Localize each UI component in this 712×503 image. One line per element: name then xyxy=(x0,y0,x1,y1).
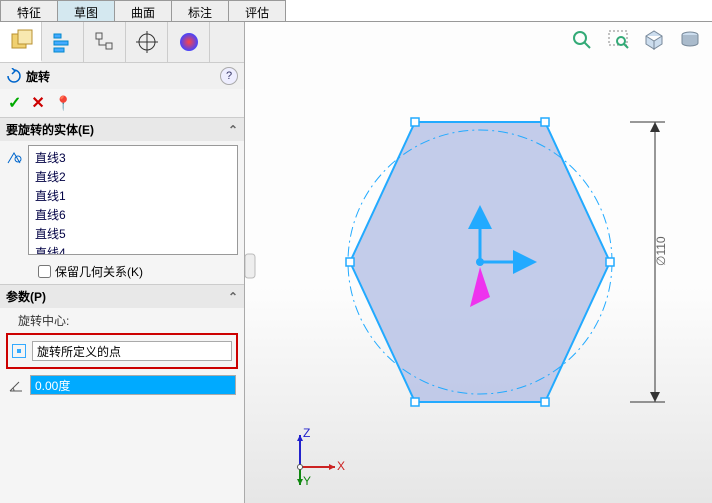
rotate-icon xyxy=(6,68,22,84)
entities-list[interactable]: 直线3 直线2 直线1 直线6 直线5 直线4 圆弧1 xyxy=(28,145,238,255)
ok-button[interactable]: ✓ xyxy=(8,93,21,113)
angle-icon xyxy=(8,377,24,393)
tab-surface[interactable]: 曲面 xyxy=(114,0,172,21)
sidetab-target[interactable] xyxy=(126,22,168,62)
rotation-center-input[interactable] xyxy=(32,341,232,361)
point-icon xyxy=(12,344,26,358)
tab-evaluate[interactable]: 评估 xyxy=(228,0,286,21)
section-entities-header[interactable]: 要旋转的实体(E)⌃ xyxy=(0,118,244,141)
sidetab-hierarchy[interactable] xyxy=(84,22,126,62)
tab-sketch[interactable]: 草图 xyxy=(57,0,115,21)
svg-text:X: X xyxy=(337,459,345,473)
viewport[interactable]: ∅110 X Y Z xyxy=(245,22,712,503)
center-label: 旋转中心: xyxy=(6,310,238,331)
list-item[interactable]: 直线2 xyxy=(31,167,235,186)
tab-annotate[interactable]: 标注 xyxy=(171,0,229,21)
list-item[interactable]: 直线4 xyxy=(31,243,235,255)
sidetab-config[interactable] xyxy=(42,22,84,62)
highlighted-input-area xyxy=(6,333,238,369)
command-title: 旋转 xyxy=(26,68,50,85)
list-item[interactable]: 直线6 xyxy=(31,205,235,224)
sidetab-appearance[interactable] xyxy=(168,22,210,62)
property-panel: 旋转 ? ✓ ✕ 📍 要旋转的实体(E)⌃ 直线3 直线2 直线1 直线6 直线… xyxy=(0,22,245,503)
svg-text:Z: Z xyxy=(303,427,310,440)
cancel-button[interactable]: ✕ xyxy=(31,93,44,113)
dimension-text: ∅110 xyxy=(654,236,668,266)
svg-text:Y: Y xyxy=(303,474,311,487)
pin-button[interactable]: 📍 xyxy=(55,95,72,112)
list-item[interactable]: 直线1 xyxy=(31,186,235,205)
section-params-header[interactable]: 参数(P)⌃ xyxy=(0,285,244,308)
list-item[interactable]: 直线3 xyxy=(31,148,235,167)
keep-relations-checkbox[interactable]: 保留几何关系(K) xyxy=(0,259,244,284)
sidetab-feature-tree[interactable] xyxy=(0,22,42,62)
entities-icon xyxy=(6,149,24,167)
angle-input[interactable] xyxy=(30,375,236,395)
global-axes-icon: X Y Z xyxy=(285,427,345,487)
list-item[interactable]: 直线5 xyxy=(31,224,235,243)
tab-feature[interactable]: 特征 xyxy=(0,0,58,21)
help-button[interactable]: ? xyxy=(220,67,238,85)
